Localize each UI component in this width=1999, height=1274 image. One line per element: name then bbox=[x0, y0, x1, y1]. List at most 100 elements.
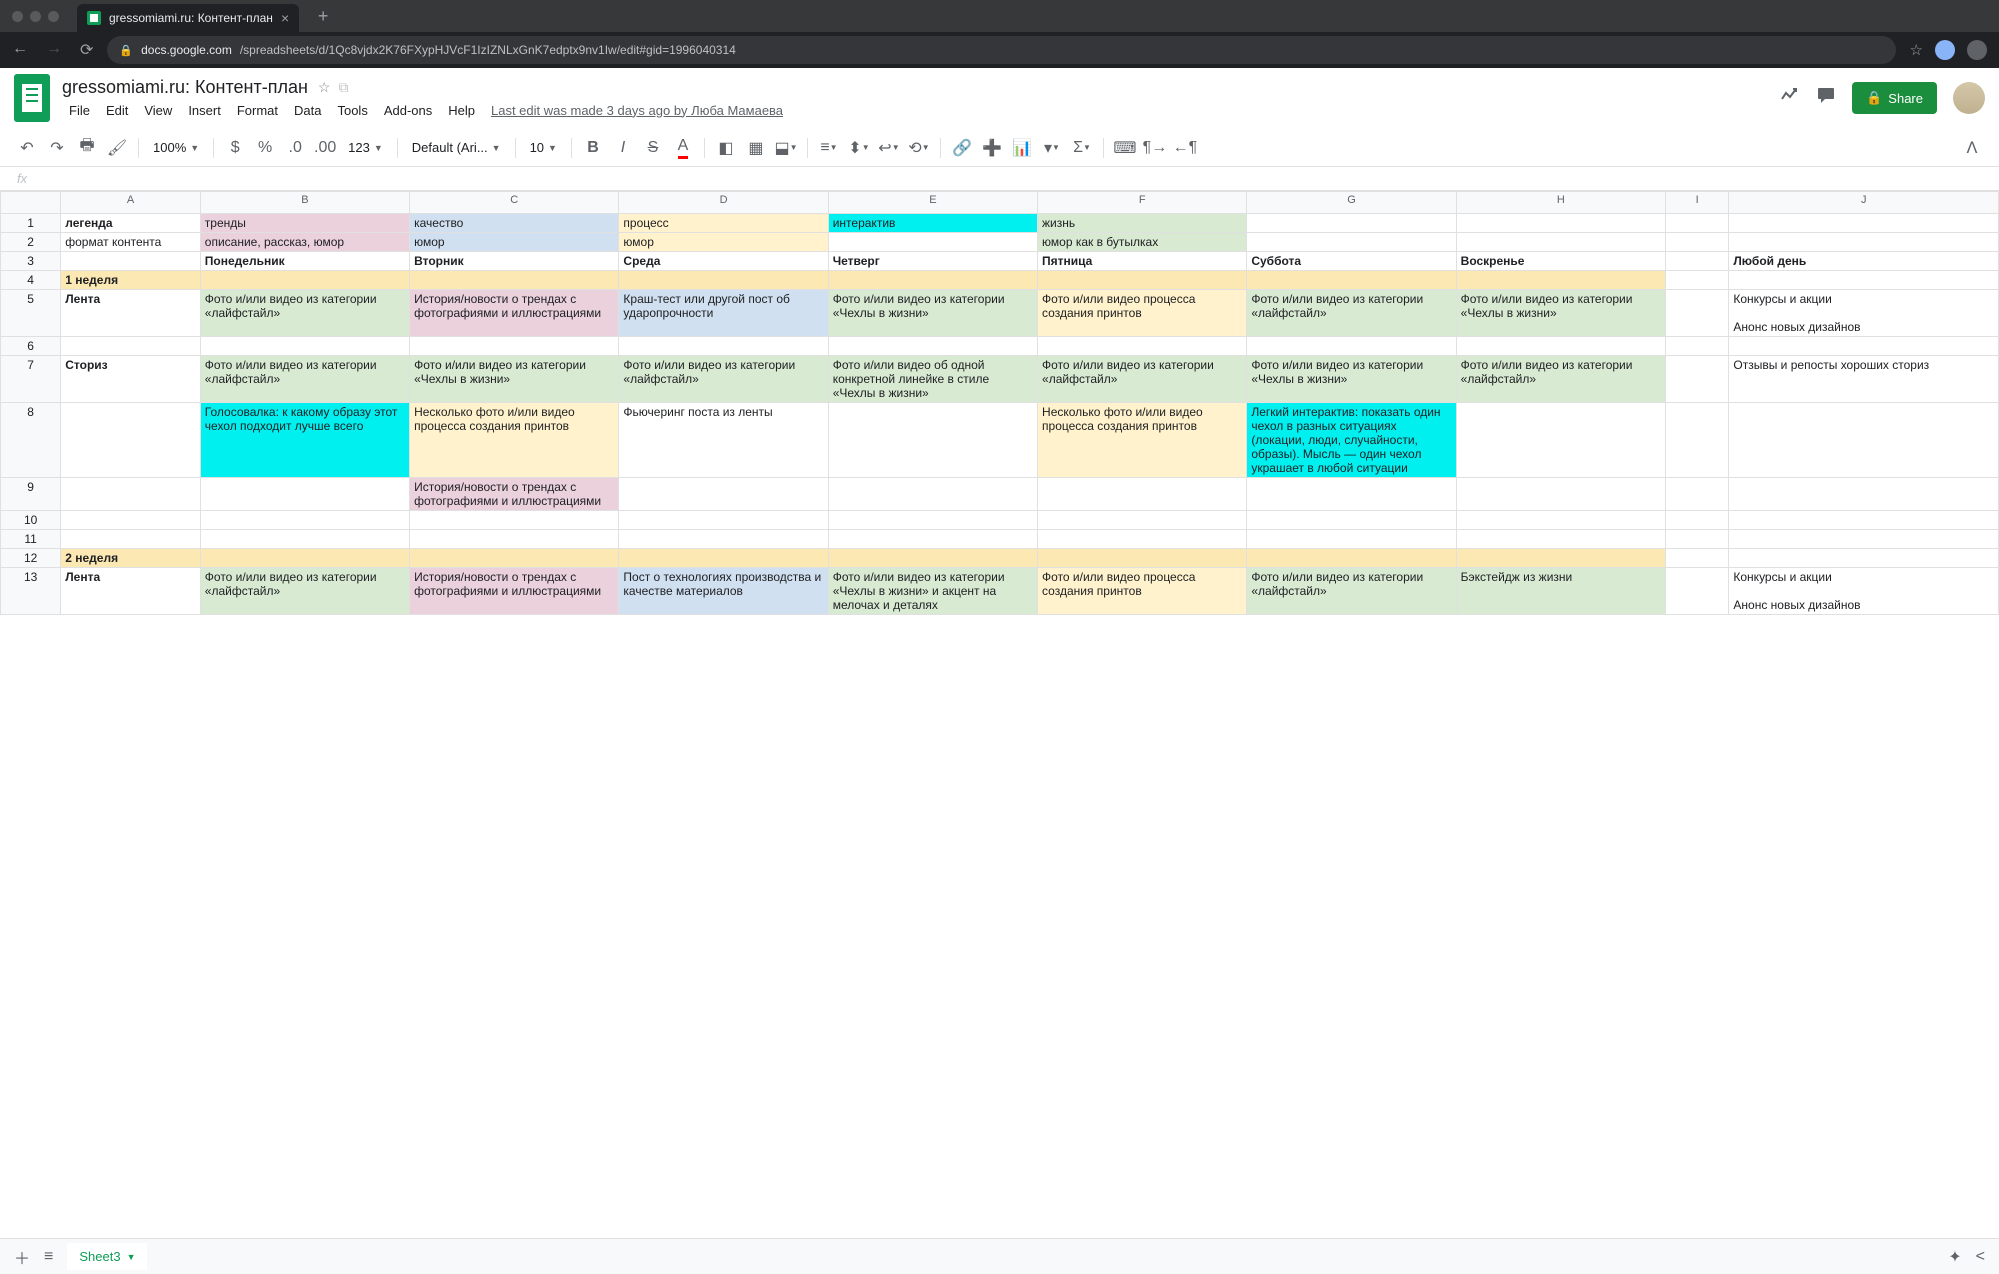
cell-F10[interactable] bbox=[1038, 511, 1247, 530]
bookmark-icon[interactable]: ☆ bbox=[1910, 41, 1923, 59]
cell-I5[interactable] bbox=[1665, 290, 1728, 337]
cell-G3[interactable]: Суббота bbox=[1247, 252, 1456, 271]
cell-D6[interactable] bbox=[619, 337, 828, 356]
select-all-corner[interactable] bbox=[1, 192, 61, 214]
cell-I12[interactable] bbox=[1665, 549, 1728, 568]
window-controls[interactable] bbox=[12, 11, 59, 22]
cell-I3[interactable] bbox=[1665, 252, 1728, 271]
sheet-tab-active[interactable]: Sheet3 ▼ bbox=[67, 1243, 147, 1270]
cell-J6[interactable] bbox=[1729, 337, 1999, 356]
cell-C8[interactable]: Несколько фото и/или видео процесса созд… bbox=[410, 403, 619, 478]
cell-E4[interactable] bbox=[828, 271, 1037, 290]
cell-J2[interactable] bbox=[1729, 233, 1999, 252]
cell-A1[interactable]: легенда bbox=[61, 214, 201, 233]
cell-D3[interactable]: Среда bbox=[619, 252, 828, 271]
cell-H6[interactable] bbox=[1456, 337, 1665, 356]
currency-icon[interactable]: $ bbox=[222, 135, 248, 161]
cell-D13[interactable]: Пост о технологиях производства и качест… bbox=[619, 568, 828, 615]
row-header-4[interactable]: 4 bbox=[1, 271, 61, 290]
cell-A11[interactable] bbox=[61, 530, 201, 549]
cell-G10[interactable] bbox=[1247, 511, 1456, 530]
explore-icon[interactable]: ✦ bbox=[1948, 1247, 1961, 1267]
cell-C10[interactable] bbox=[410, 511, 619, 530]
cell-E6[interactable] bbox=[828, 337, 1037, 356]
row-header-13[interactable]: 13 bbox=[1, 568, 61, 615]
link-icon[interactable]: 🔗 bbox=[949, 135, 975, 161]
cell-I1[interactable] bbox=[1665, 214, 1728, 233]
menu-add-ons[interactable]: Add-ons bbox=[377, 101, 439, 120]
cell-H7[interactable]: Фото и/или видео из категории «лайфстайл… bbox=[1456, 356, 1665, 403]
decrease-decimal-icon[interactable]: .0 bbox=[282, 135, 308, 161]
cell-F7[interactable]: Фото и/или видео из категории «лайфстайл… bbox=[1038, 356, 1247, 403]
cell-G11[interactable] bbox=[1247, 530, 1456, 549]
input-tools-icon[interactable]: ⌨ bbox=[1112, 135, 1138, 161]
cell-E12[interactable] bbox=[828, 549, 1037, 568]
row-header-6[interactable]: 6 bbox=[1, 337, 61, 356]
col-header-C[interactable]: C bbox=[410, 192, 619, 214]
cell-H4[interactable] bbox=[1456, 271, 1665, 290]
cell-F5[interactable]: Фото и/или видео процесса создания принт… bbox=[1038, 290, 1247, 337]
row-header-11[interactable]: 11 bbox=[1, 530, 61, 549]
cell-G7[interactable]: Фото и/или видео из категории «Чехлы в ж… bbox=[1247, 356, 1456, 403]
cell-I13[interactable] bbox=[1665, 568, 1728, 615]
col-header-J[interactable]: J bbox=[1729, 192, 1999, 214]
account-avatar[interactable] bbox=[1953, 82, 1985, 114]
comment-icon[interactable]: ➕ bbox=[979, 135, 1005, 161]
cell-E1[interactable]: интерактив bbox=[828, 214, 1037, 233]
cell-I2[interactable] bbox=[1665, 233, 1728, 252]
text-color-icon[interactable]: A bbox=[670, 135, 696, 161]
menu-tools[interactable]: Tools bbox=[330, 101, 374, 120]
cell-I10[interactable] bbox=[1665, 511, 1728, 530]
menu-data[interactable]: Data bbox=[287, 101, 328, 120]
all-sheets-icon[interactable]: ≡ bbox=[44, 1248, 53, 1266]
cell-C1[interactable]: качество bbox=[410, 214, 619, 233]
activity-icon[interactable] bbox=[1780, 85, 1800, 111]
comments-icon[interactable] bbox=[1816, 85, 1836, 111]
cell-D9[interactable] bbox=[619, 478, 828, 511]
cell-J13[interactable]: Конкурсы и акцииАнонс новых дизайнов bbox=[1729, 568, 1999, 615]
star-icon[interactable]: ☆ bbox=[318, 79, 331, 96]
fill-color-icon[interactable]: ◧ bbox=[713, 135, 739, 161]
cell-G2[interactable] bbox=[1247, 233, 1456, 252]
undo-icon[interactable]: ↶ bbox=[14, 135, 40, 161]
close-window-icon[interactable] bbox=[12, 11, 23, 22]
cell-J4[interactable] bbox=[1729, 271, 1999, 290]
cell-G6[interactable] bbox=[1247, 337, 1456, 356]
url-input[interactable]: 🔒 docs.google.com/spreadsheets/d/1Qc8vjd… bbox=[107, 36, 1895, 64]
chart-icon[interactable]: 📊 bbox=[1009, 135, 1035, 161]
cell-H11[interactable] bbox=[1456, 530, 1665, 549]
increase-decimal-icon[interactable]: .00 bbox=[312, 135, 338, 161]
cell-C4[interactable] bbox=[410, 271, 619, 290]
merge-cells-icon[interactable]: ⬓▼ bbox=[773, 135, 799, 161]
cell-F6[interactable] bbox=[1038, 337, 1247, 356]
cell-F3[interactable]: Пятница bbox=[1038, 252, 1247, 271]
cell-F11[interactable] bbox=[1038, 530, 1247, 549]
cell-I8[interactable] bbox=[1665, 403, 1728, 478]
functions-icon[interactable]: Σ▼ bbox=[1069, 135, 1095, 161]
row-header-10[interactable]: 10 bbox=[1, 511, 61, 530]
cell-G12[interactable] bbox=[1247, 549, 1456, 568]
cell-I9[interactable] bbox=[1665, 478, 1728, 511]
cell-J10[interactable] bbox=[1729, 511, 1999, 530]
cell-I6[interactable] bbox=[1665, 337, 1728, 356]
cell-J7[interactable]: Отзывы и репосты хороших сториз bbox=[1729, 356, 1999, 403]
cell-I7[interactable] bbox=[1665, 356, 1728, 403]
col-header-G[interactable]: G bbox=[1247, 192, 1456, 214]
forward-icon[interactable]: → bbox=[46, 40, 62, 60]
cell-C11[interactable] bbox=[410, 530, 619, 549]
browser-menu-icon[interactable] bbox=[1967, 40, 1987, 60]
cell-B8[interactable]: Голосовалка: к какому образу этот чехол … bbox=[200, 403, 409, 478]
menu-edit[interactable]: Edit bbox=[99, 101, 135, 120]
menu-file[interactable]: File bbox=[62, 101, 97, 120]
cell-F13[interactable]: Фото и/или видео процесса создания принт… bbox=[1038, 568, 1247, 615]
move-icon[interactable]: ⧉ bbox=[338, 79, 348, 96]
cell-H9[interactable] bbox=[1456, 478, 1665, 511]
cell-E11[interactable] bbox=[828, 530, 1037, 549]
row-header-2[interactable]: 2 bbox=[1, 233, 61, 252]
cell-B1[interactable]: тренды bbox=[200, 214, 409, 233]
cell-G8[interactable]: Легкий интерактив: показать один чехол в… bbox=[1247, 403, 1456, 478]
cell-E10[interactable] bbox=[828, 511, 1037, 530]
format-select[interactable]: 123▼ bbox=[342, 136, 389, 160]
cell-B9[interactable] bbox=[200, 478, 409, 511]
font-select[interactable]: Default (Ari...▼ bbox=[406, 136, 507, 160]
